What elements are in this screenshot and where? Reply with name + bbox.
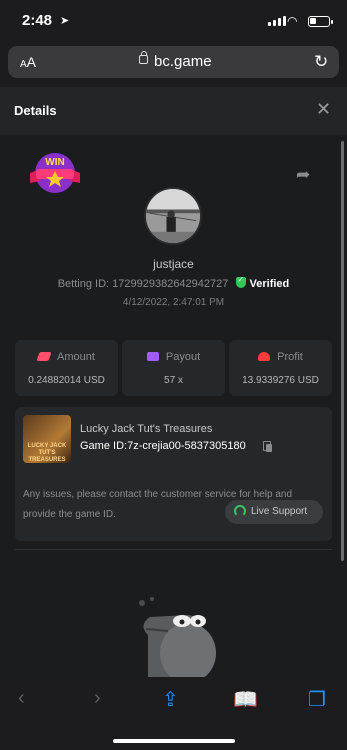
stat-label: Amount: [57, 351, 95, 363]
wallet-icon: [146, 352, 159, 361]
betting-id-label: Betting ID:: [57, 278, 110, 290]
win-badge-text: WIN: [45, 157, 64, 168]
status-bar: 2:48 ➤ ◠: [0, 0, 347, 42]
stat-value: 57 x: [164, 375, 183, 386]
crocodile-mascot-image: [139, 597, 216, 677]
live-support-label: Live Support: [251, 506, 308, 517]
game-card: LUCKY JACK TUT'S TREASURES Lucky Jack Tu…: [15, 407, 332, 541]
back-chevron-icon[interactable]: ‹: [18, 687, 25, 710]
reload-icon[interactable]: ↻: [314, 52, 328, 72]
coins-icon: [258, 352, 271, 361]
game-thumbnail[interactable]: LUCKY JACK TUT'S TREASURES: [23, 415, 71, 463]
url-domain[interactable]: bc.game: [154, 53, 212, 70]
live-support-button[interactable]: Live Support: [225, 500, 323, 524]
copy-icon[interactable]: [263, 441, 272, 452]
bet-date: 4/12/2022, 2:47:01 PM: [122, 297, 225, 308]
divider: [15, 549, 332, 550]
share-sheet-icon[interactable]: ⇪: [162, 687, 179, 712]
scrollbar[interactable]: [341, 141, 344, 561]
location-arrow-icon: ➤: [60, 15, 70, 27]
game-thumbnail-text: LUCKY JACK TUT'S TREASURES: [27, 443, 67, 463]
betting-id-row: Betting ID: 1729929382642942727 Verified: [0, 275, 347, 290]
headphones-icon: [234, 505, 246, 517]
lock-icon: [139, 51, 148, 64]
stat-profit: Profit 13.9339276 USD: [229, 340, 332, 396]
game-name[interactable]: Lucky Jack Tut's Treasures: [80, 423, 212, 435]
details-panel: WIN ➦ justjace Betting ID: 1729929382642…: [0, 135, 347, 677]
cellular-signal-icon: [268, 16, 286, 26]
browser-address-area: AA bc.game ↻: [0, 42, 347, 87]
address-bar[interactable]: AA bc.game ↻: [8, 46, 339, 78]
web-page: Details ✕ WIN ➦ justjace Betting ID: 172…: [0, 87, 347, 677]
win-badge: WIN: [30, 153, 80, 193]
close-icon[interactable]: ✕: [316, 99, 331, 120]
ticket-icon: [36, 352, 52, 361]
home-indicator: [113, 739, 235, 743]
share-icon[interactable]: ➦: [296, 165, 310, 185]
username: justjace: [153, 257, 194, 271]
bookmarks-icon[interactable]: 📖: [233, 687, 258, 712]
text-size-button[interactable]: AA: [20, 54, 36, 70]
page-title: Details: [14, 103, 57, 118]
stat-value: 0.24882014 USD: [28, 375, 105, 386]
game-id-label: Game ID:: [80, 440, 128, 452]
stat-label: Profit: [277, 351, 303, 363]
wifi-icon: ◠: [287, 14, 298, 28]
status-time: 2:48: [22, 12, 53, 29]
avatar: [144, 187, 202, 245]
forward-chevron-icon[interactable]: ›: [94, 687, 101, 710]
verified-shield-icon: [236, 275, 247, 288]
stat-value: 13.9339276 USD: [242, 375, 319, 386]
betting-id-value: 1729929382642942727: [112, 278, 229, 290]
verified-label: Verified: [249, 278, 290, 290]
game-id-value: 7z-crejia00-5837305180: [127, 440, 246, 452]
stat-label: Payout: [165, 351, 201, 363]
game-id-row: Game ID:7z-crejia00-5837305180: [80, 440, 246, 452]
battery-icon: [308, 16, 333, 27]
details-header: Details ✕: [0, 87, 347, 135]
tabs-icon[interactable]: ❐: [308, 687, 326, 712]
stat-payout: Payout 57 x: [122, 340, 225, 396]
stat-amount: Amount 0.24882014 USD: [15, 340, 118, 396]
